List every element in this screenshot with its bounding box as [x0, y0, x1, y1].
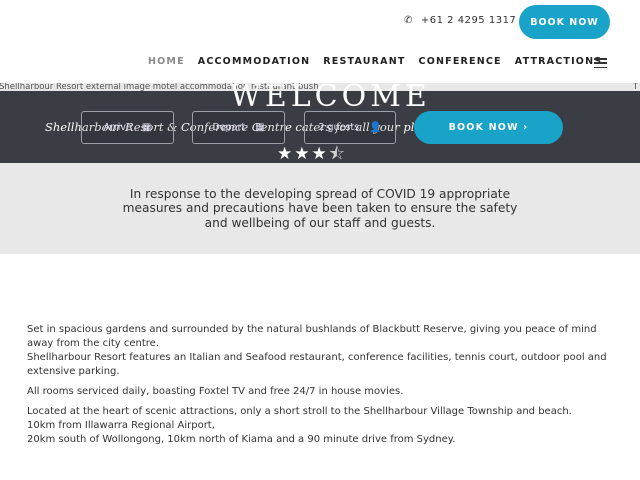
covid-notice-text: In response to the developing spread of …	[122, 186, 518, 230]
nav-home[interactable]: HOME	[148, 56, 185, 67]
nav-accommodation[interactable]: ACCOMMODATION	[198, 56, 311, 67]
book-now-button[interactable]: BOOK NOW	[519, 5, 610, 39]
guests-label: 2 guests	[318, 122, 360, 133]
hero-title: WELCOME	[230, 83, 431, 114]
hero-banner: Shellharbour Resort external image motel…	[0, 83, 640, 163]
star-half-icon: ⯪	[328, 144, 345, 163]
arrive-date-field[interactable]: Arrive ▦	[81, 111, 174, 144]
star-icon: ★	[277, 144, 293, 163]
hero-book-now-button[interactable]: BOOK NOW ›	[414, 111, 563, 144]
intro-paragraph: 20km south of Wollongong, 10km north of …	[27, 434, 456, 445]
site-header: ✆ +61 2 4295 1317 BOOK NOW HOME ACCOMMOD…	[0, 0, 640, 83]
nav-conference[interactable]: CONFERENCE	[419, 56, 502, 67]
calendar-icon: ▦	[141, 122, 152, 133]
phone-number: +61 2 4295 1317	[420, 15, 517, 26]
star-rating: ★ ★ ★ ⯪	[277, 146, 347, 163]
user-icon: 👤	[369, 122, 382, 133]
hamburger-icon[interactable]	[594, 58, 607, 68]
phone-link[interactable]: ✆ +61 2 4295 1317	[404, 15, 516, 26]
guests-select[interactable]: 2 guests 👤	[304, 111, 396, 144]
intro-paragraph: Shellharbour Resort features an Italian …	[27, 352, 607, 377]
calendar-icon: ▦	[255, 122, 265, 133]
arrive-label: Arrive	[103, 122, 132, 133]
intro-paragraph: All rooms serviced daily, boasting Foxte…	[27, 386, 404, 397]
depart-date-field[interactable]: Depart ▦	[192, 111, 285, 144]
intro-content: Set in spacious gardens and surrounded b…	[27, 323, 617, 447]
broken-image-alt-text-right: T	[633, 83, 639, 92]
page: ✆ +61 2 4295 1317 BOOK NOW HOME ACCOMMOD…	[0, 0, 640, 480]
nav-attractions[interactable]: ATTRACTIONS	[515, 56, 603, 67]
intro-paragraph: Set in spacious gardens and surrounded b…	[27, 324, 597, 349]
phone-icon: ✆	[404, 15, 413, 26]
intro-paragraph: Located at the heart of scenic attractio…	[27, 406, 572, 417]
star-icon: ★	[294, 144, 310, 163]
main-nav: HOME ACCOMMODATION RESTAURANT CONFERENCE…	[148, 56, 615, 67]
star-icon: ★	[311, 144, 327, 163]
depart-label: Depart	[212, 122, 246, 133]
nav-restaurant[interactable]: RESTAURANT	[323, 56, 405, 67]
intro-paragraph: 10km from Illawarra Regional Airport,	[27, 420, 215, 431]
covid-notice: In response to the developing spread of …	[0, 163, 640, 254]
